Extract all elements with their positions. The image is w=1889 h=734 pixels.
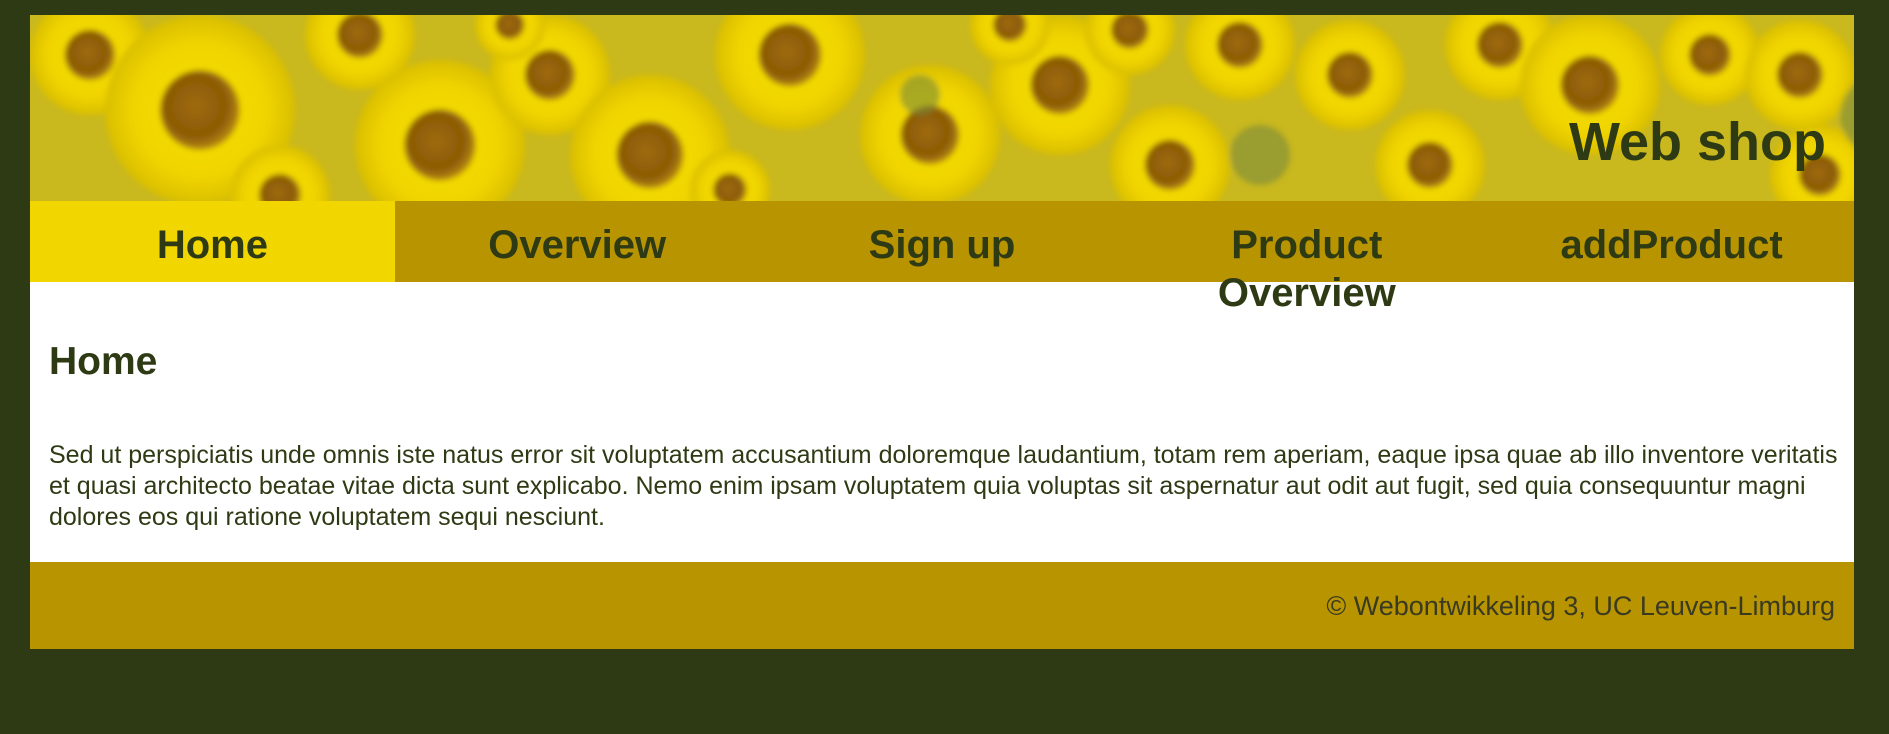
nav-item-add-product[interactable]: addProduct <box>1489 201 1854 282</box>
copyright-text: © Webontwikkeling 3, UC Leuven-Limburg <box>1326 591 1835 621</box>
nav-item-sign-up[interactable]: Sign up <box>760 201 1125 282</box>
nav-item-label: Sign up <box>868 223 1016 267</box>
page-container: Web shop Home Overview Sign up Product O… <box>30 15 1854 649</box>
nav-item-label: Overview <box>488 223 667 267</box>
nav-item-home[interactable]: Home <box>30 201 395 282</box>
nav-item-label: Product Overview <box>1217 223 1396 315</box>
site-title: Web shop <box>1568 112 1826 172</box>
intro-paragraph: Sed ut perspiciatis unde omnis iste natu… <box>49 441 1838 531</box>
nav-item-product-overview[interactable]: Product Overview <box>1124 201 1489 315</box>
nav-item-overview[interactable]: Overview <box>395 201 760 282</box>
footer: © Webontwikkeling 3, UC Leuven-Limburg <box>30 562 1854 649</box>
nav-item-label: addProduct <box>1560 223 1783 267</box>
main-navigation: Home Overview Sign up Product Overview a… <box>30 201 1854 315</box>
nav-item-label: Home <box>156 223 268 267</box>
sunflower-banner-image <box>30 15 1854 201</box>
header-banner: Web shop <box>30 15 1854 201</box>
main-content: Home Sed ut perspiciatis unde omnis iste… <box>30 282 1854 562</box>
page-heading: Home <box>49 340 158 383</box>
